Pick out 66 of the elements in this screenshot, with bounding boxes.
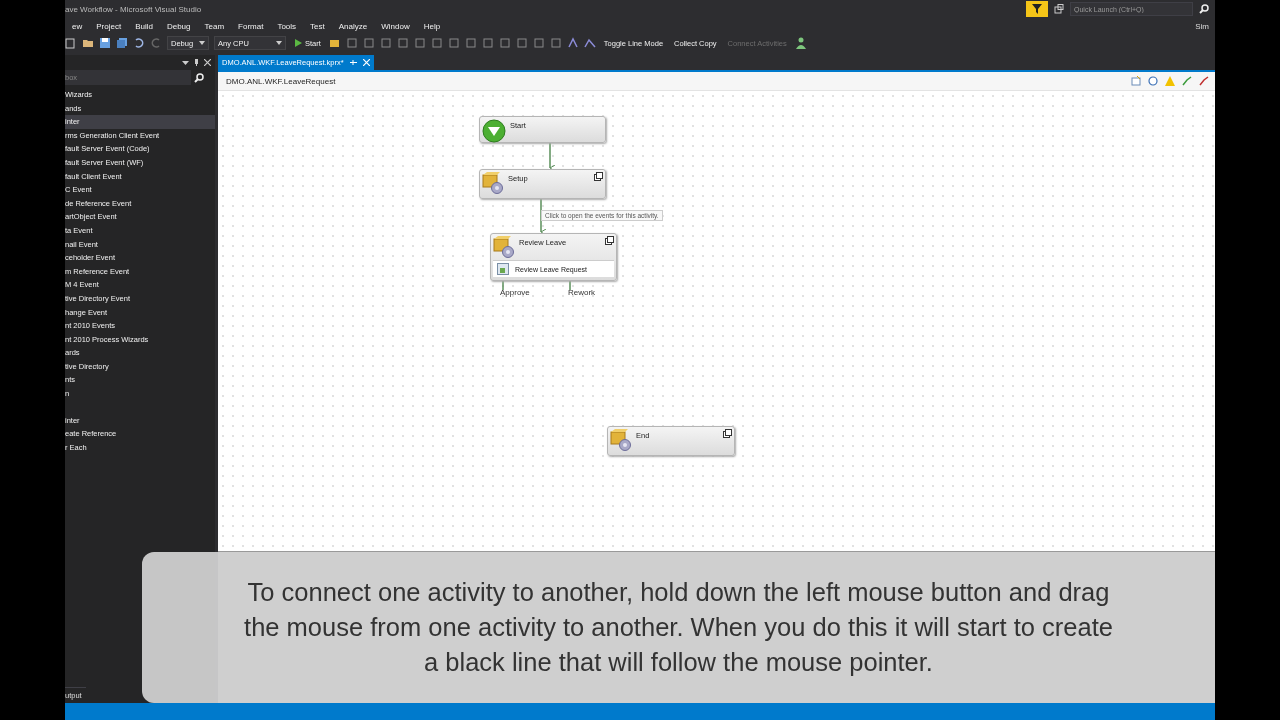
menu-item[interactable]: Build: [128, 21, 160, 31]
outcome-line[interactable]: [502, 280, 504, 291]
menu-item[interactable]: Project: [89, 21, 129, 31]
funnel-icon: [1032, 4, 1042, 14]
caret-icon: [276, 41, 282, 45]
window-title: ave Workflow - Microsoft Visual Studio: [65, 4, 202, 14]
same-height-icon[interactable]: [464, 37, 477, 49]
notification-icon[interactable]: [1054, 4, 1064, 14]
save-icon[interactable]: [99, 37, 111, 49]
menu-item[interactable]: Analyze: [331, 21, 375, 31]
align-middle-icon[interactable]: [413, 37, 426, 49]
attach-icon[interactable]: [328, 37, 341, 49]
timer-icon[interactable]: [1148, 76, 1158, 86]
close-icon[interactable]: [204, 59, 211, 66]
undo-icon[interactable]: [133, 37, 145, 49]
menu-item[interactable]: Window: [374, 21, 417, 31]
properties-icon[interactable]: [1131, 76, 1141, 86]
menu-item[interactable]: Team: [197, 21, 232, 31]
outcome-label[interactable]: Rework: [568, 288, 596, 297]
lock-icon[interactable]: [549, 37, 562, 49]
menu-item[interactable]: Help: [416, 21, 448, 31]
same-size-icon[interactable]: [481, 37, 494, 49]
person-icon[interactable]: [794, 37, 807, 49]
save-all-icon[interactable]: [116, 37, 128, 49]
event-icon: [497, 263, 509, 275]
caption-text: To connect one activity to another, hold down the left mouse button and drag the mouse from one activity to another. When you do this it will start to create a black line that will follow the mouse pointer.: [243, 577, 1114, 678]
connector-arrow[interactable]: [540, 198, 547, 236]
zoom-icon[interactable]: [532, 37, 545, 49]
align-center-icon[interactable]: [362, 37, 375, 49]
menu-item[interactable]: Tools: [270, 21, 304, 31]
disconnect-icon[interactable]: [1199, 76, 1209, 86]
collect-icon[interactable]: [583, 37, 596, 49]
menu-item[interactable]: Debug: [159, 21, 198, 31]
new-project-icon[interactable]: [65, 37, 77, 49]
expand-icon[interactable]: [723, 429, 732, 438]
same-width-icon[interactable]: [447, 37, 460, 49]
align-bottom-icon[interactable]: [430, 37, 443, 49]
align-left-icon[interactable]: [345, 37, 358, 49]
line-mode-icon[interactable]: [566, 37, 579, 49]
box-gear-icon: [482, 172, 504, 194]
redo-icon[interactable]: [150, 37, 162, 49]
connector-arrow[interactable]: [549, 142, 556, 172]
document-header: DMO.ANL.WKF.LeaveRequest: [226, 76, 336, 86]
menu-item[interactable]: Format: [231, 21, 271, 31]
connect-icon[interactable]: [1182, 76, 1192, 86]
menu-item[interactable]: ew: [65, 21, 90, 31]
align-top-icon[interactable]: [396, 37, 409, 49]
space-across-icon[interactable]: [498, 37, 511, 49]
dropdown-icon[interactable]: [182, 59, 189, 66]
menu-item[interactable]: Test: [303, 21, 332, 31]
play-icon: [294, 39, 302, 47]
feedback-button[interactable]: [1026, 1, 1048, 17]
expand-icon[interactable]: [605, 236, 614, 245]
space-down-icon[interactable]: [515, 37, 528, 49]
box-gear-icon: [493, 236, 515, 258]
caret-icon: [199, 41, 205, 45]
search-icon[interactable]: [194, 72, 204, 83]
pin-icon[interactable]: [349, 59, 357, 66]
open-folder-icon[interactable]: [82, 37, 94, 49]
start-icon: [482, 119, 506, 143]
user-name[interactable]: Sim: [1195, 21, 1215, 31]
box-gear-icon: [610, 429, 632, 451]
align-right-icon[interactable]: [379, 37, 392, 49]
outcome-label[interactable]: Approve: [500, 288, 530, 297]
search-icon[interactable]: [1199, 4, 1209, 14]
expand-icon[interactable]: [594, 172, 603, 181]
